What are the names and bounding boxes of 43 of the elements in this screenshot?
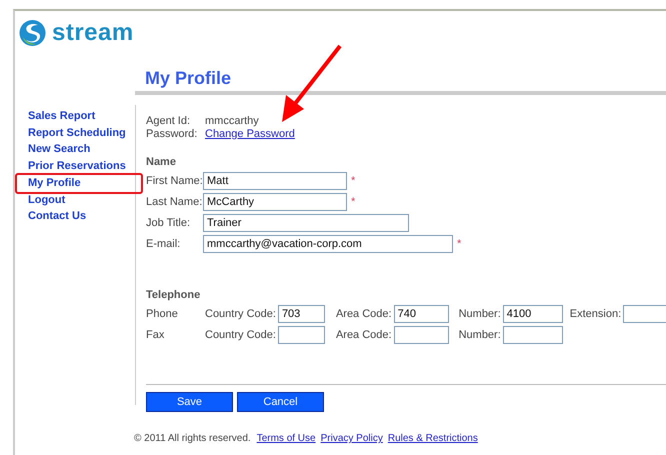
footer-link[interactable]: Privacy Policy bbox=[320, 433, 383, 444]
copyright-text: © 2011 All rights reserved. bbox=[134, 433, 251, 444]
field-label: Job Title: bbox=[146, 216, 192, 228]
field-label: Number: bbox=[458, 328, 501, 340]
input-field[interactable]: 740 bbox=[394, 304, 449, 322]
section-heading: Name bbox=[146, 155, 177, 169]
row-label: Phone bbox=[146, 308, 179, 320]
input-field[interactable]: Matt bbox=[203, 172, 347, 190]
input-field[interactable] bbox=[278, 326, 325, 344]
section-heading: Telephone bbox=[146, 288, 202, 302]
field-label: Last Name: bbox=[146, 196, 203, 208]
logo-icon bbox=[19, 19, 46, 47]
input-field[interactable]: mmccarthy@vacation-corp.com bbox=[203, 234, 453, 252]
input-field[interactable]: 4100 bbox=[502, 304, 563, 322]
field-label: Area Code: bbox=[336, 308, 392, 320]
form-button[interactable]: Cancel bbox=[237, 392, 324, 412]
field-label: E-mail: bbox=[146, 238, 182, 250]
field-value: mmccarthy bbox=[205, 115, 259, 128]
footer-link[interactable]: Rules & Restrictions bbox=[388, 433, 478, 444]
form-button[interactable]: Save bbox=[146, 392, 233, 412]
change-password-link[interactable]: Change Password bbox=[205, 128, 295, 141]
required-mark: * bbox=[351, 196, 356, 208]
field-label: Area Code: bbox=[336, 328, 392, 340]
input-field[interactable] bbox=[623, 304, 666, 322]
logo-text: stream bbox=[52, 19, 134, 47]
row-label: Fax bbox=[146, 328, 166, 340]
field-label: Extension: bbox=[570, 308, 622, 320]
field-label: Country Code: bbox=[205, 308, 276, 320]
field-label: Password: bbox=[146, 128, 198, 141]
input-field[interactable]: McCarthy bbox=[203, 192, 347, 210]
field-label: Number: bbox=[458, 308, 501, 320]
required-mark: * bbox=[351, 174, 356, 186]
field-label: Country Code: bbox=[205, 328, 276, 340]
field-label: First Name: bbox=[146, 174, 203, 186]
input-field[interactable]: Trainer bbox=[203, 214, 409, 232]
input-field[interactable] bbox=[502, 326, 563, 344]
field-label: Agent Id: bbox=[146, 115, 192, 128]
page-title: My Profile bbox=[144, 67, 232, 89]
input-field[interactable] bbox=[394, 326, 449, 344]
input-field[interactable]: 703 bbox=[278, 304, 325, 322]
required-mark: * bbox=[457, 238, 462, 250]
sidebar-link[interactable]: My Profile bbox=[15, 172, 143, 194]
footer-link[interactable]: Terms of Use bbox=[256, 433, 316, 444]
